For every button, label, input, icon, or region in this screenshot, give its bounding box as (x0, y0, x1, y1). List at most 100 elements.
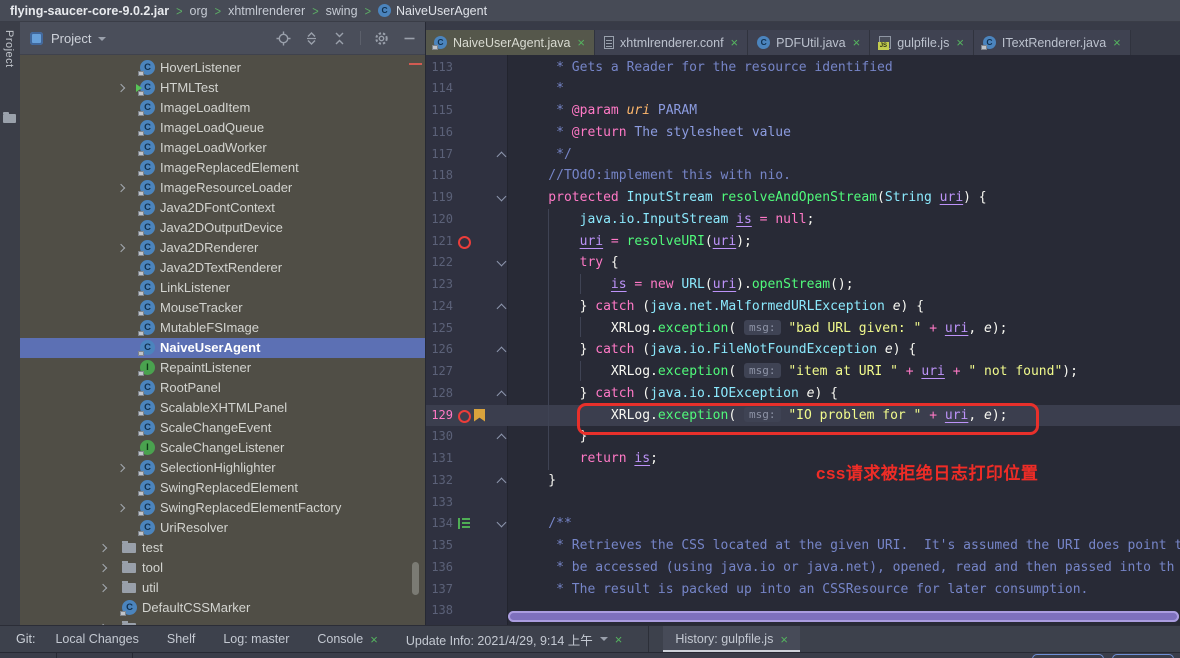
tree-item-hoverlistener[interactable]: CHoverListener (20, 58, 425, 78)
chevron-right-icon[interactable] (99, 584, 107, 592)
close-icon[interactable]: × (780, 632, 788, 647)
tree-item-swingreplacedelementfactory[interactable]: CSwingReplacedElementFactory (20, 498, 425, 518)
breadcrumb-item[interactable]: swing (326, 4, 358, 18)
code-text[interactable]: * @return The stylesheet value (517, 122, 791, 144)
breadcrumb-leaf[interactable]: NaiveUserAgent (396, 4, 487, 18)
bottom-tab-update-info-2021-4-29-9-14-[interactable]: Update Info: 2021/4/29, 9:14 上午× (404, 626, 625, 652)
bottom-tab-log-master[interactable]: Log: master (221, 626, 291, 652)
code-line-137[interactable]: 137 * The result is packed up into an CS… (425, 579, 1180, 601)
code-line-113[interactable]: 113 * Gets a Reader for the resource ide… (425, 57, 1180, 79)
code-text[interactable]: } catch (java.net.MalformedURLException … (517, 296, 924, 318)
tree-item-tool[interactable]: tool (20, 558, 425, 578)
code-line-120[interactable]: 120 java.io.InputStream is = null; (425, 209, 1180, 231)
fold-marker-icon[interactable] (497, 518, 507, 528)
code-line-122[interactable]: 122 try { (425, 252, 1180, 274)
tree-item-imageloaditem[interactable]: CImageLoadItem (20, 98, 425, 118)
breadcrumb-root[interactable]: flying-saucer-core-9.0.2.jar (10, 4, 169, 18)
chevron-down-icon[interactable] (600, 637, 608, 641)
code-text[interactable]: * Retrieves the CSS located at the given… (517, 535, 1180, 557)
editor-tab-naiveuseragent-java[interactable]: CNaiveUserAgent.java× (425, 30, 595, 55)
code-text[interactable]: * @param uri PARAM (517, 100, 697, 122)
chevron-right-icon[interactable] (117, 504, 125, 512)
chevron-right-icon[interactable] (99, 544, 107, 552)
close-icon[interactable]: × (615, 632, 623, 647)
code-line-126[interactable]: 126 } catch (java.io.FileNotFoundExcepti… (425, 339, 1180, 361)
code-text[interactable]: XRLog.exception( msg: "bad URL given: " … (517, 318, 1008, 340)
editor-tab-pdfutil-java[interactable]: CPDFUtil.java× (748, 30, 870, 55)
tree-item-selectionhighlighter[interactable]: CSelectionHighlighter (20, 458, 425, 478)
panel-splitter[interactable] (425, 22, 426, 625)
bottom-tab-shelf[interactable]: Shelf (165, 626, 198, 652)
bookmark-icon[interactable] (474, 409, 485, 422)
code-line-116[interactable]: 116 * @return The stylesheet value (425, 122, 1180, 144)
bottom-tab-console[interactable]: Console× (315, 626, 379, 652)
editor-tab-xhtmlrenderer-conf[interactable]: xhtmlrenderer.conf× (595, 30, 748, 55)
tree-item-util[interactable]: util (20, 578, 425, 598)
code-line-127[interactable]: 127 XRLog.exception( msg: "item at URI "… (425, 361, 1180, 383)
code-text[interactable]: } catch (java.io.FileNotFoundException e… (517, 339, 916, 361)
breakpoint-icon[interactable] (458, 410, 471, 423)
code-line-131[interactable]: 131 return is; (425, 448, 1180, 470)
tree-item-java2doutputdevice[interactable]: CJava2DOutputDevice (20, 218, 425, 238)
tree-item-swingreplacedelement[interactable]: CSwingReplacedElement (20, 478, 425, 498)
tree-item-imageloadworker[interactable]: CImageLoadWorker (20, 138, 425, 158)
code-line-121[interactable]: 121 uri = resolveURI(uri); (425, 231, 1180, 253)
code-line-115[interactable]: 115 * @param uri PARAM (425, 100, 1180, 122)
clipped-button[interactable] (1032, 654, 1104, 658)
editor-tab-itextrenderer-java[interactable]: CITextRenderer.java× (974, 30, 1131, 55)
tree-item-scalechangelistener[interactable]: IScaleChangeListener (20, 438, 425, 458)
tree-item-java2drenderer[interactable]: CJava2DRenderer (20, 238, 425, 258)
chevron-right-icon[interactable] (117, 464, 125, 472)
tree-item-test[interactable]: test (20, 538, 425, 558)
tree-item-imagereplacedelement[interactable]: CImageReplacedElement (20, 158, 425, 178)
close-icon[interactable]: × (577, 36, 585, 49)
chevron-down-icon[interactable] (98, 37, 106, 41)
code-line-133[interactable]: 133 (425, 492, 1180, 514)
code-line-132[interactable]: 132 } (425, 470, 1180, 492)
horizontal-scrollbar[interactable] (508, 611, 1179, 622)
code-line-124[interactable]: 124 } catch (java.net.MalformedURLExcept… (425, 296, 1180, 318)
code-text[interactable]: is = new URL(uri).openStream(); (517, 274, 854, 296)
code-text[interactable]: /** (517, 513, 572, 535)
code-line-136[interactable]: 136 * be accessed (using java.io or java… (425, 557, 1180, 579)
code-line-117[interactable]: 117 */ (425, 144, 1180, 166)
code-text[interactable]: * The result is packed up into an CSSRes… (517, 579, 1088, 601)
tree-item-htmltest[interactable]: CHTMLTest (20, 78, 425, 98)
close-icon[interactable]: × (853, 36, 861, 49)
tree-item-scalechangeevent[interactable]: CScaleChangeEvent (20, 418, 425, 438)
fold-marker-icon[interactable] (497, 151, 507, 161)
clipped-button[interactable] (1112, 654, 1174, 658)
close-icon[interactable]: × (370, 632, 378, 647)
tree-item-java2dtextrenderer[interactable]: CJava2DTextRenderer (20, 258, 425, 278)
tree-item-imageloadqueue[interactable]: CImageLoadQueue (20, 118, 425, 138)
code-text[interactable]: } catch (java.io.IOException e) { (517, 383, 838, 405)
chevron-right-icon[interactable] (117, 184, 125, 192)
code-text[interactable]: java.io.InputStream is = null; (517, 209, 814, 231)
breadcrumb-item[interactable]: xhtmlrenderer (228, 4, 305, 18)
code-text[interactable]: protected InputStream resolveAndOpenStre… (517, 187, 987, 209)
chevron-right-icon[interactable] (117, 84, 125, 92)
code-line-119[interactable]: 119 protected InputStream resolveAndOpen… (425, 187, 1180, 209)
fold-marker-icon[interactable] (497, 192, 507, 202)
code-line-128[interactable]: 128 } catch (java.io.IOException e) { (425, 383, 1180, 405)
fold-marker-icon[interactable] (497, 477, 507, 487)
code-text[interactable]: * Gets a Reader for the resource identif… (517, 57, 893, 79)
chevron-right-icon[interactable] (117, 244, 125, 252)
code-editor[interactable]: 113 * Gets a Reader for the resource ide… (425, 55, 1180, 625)
code-text[interactable]: //TOdO:implement this with nio. (517, 165, 791, 187)
code-text[interactable]: } (517, 470, 556, 492)
minimize-icon[interactable] (402, 31, 417, 46)
code-text[interactable]: uri = resolveURI(uri); (517, 231, 752, 253)
chevron-right-icon[interactable] (99, 564, 107, 572)
code-line-118[interactable]: 118 //TOdO:implement this with nio. (425, 165, 1180, 187)
project-stripe-tab[interactable]: Project (3, 30, 15, 68)
breadcrumb-item[interactable]: org (190, 4, 208, 18)
fold-marker-icon[interactable] (497, 390, 507, 400)
close-icon[interactable]: × (731, 36, 739, 49)
code-text[interactable]: return is; (517, 448, 658, 470)
tree-item-mousetracker[interactable]: CMouseTracker (20, 298, 425, 318)
code-line-135[interactable]: 135 * Retrieves the CSS located at the g… (425, 535, 1180, 557)
project-panel-title[interactable]: Project (51, 31, 91, 46)
fold-marker-icon[interactable] (497, 303, 507, 313)
fold-marker-icon[interactable] (497, 257, 507, 267)
